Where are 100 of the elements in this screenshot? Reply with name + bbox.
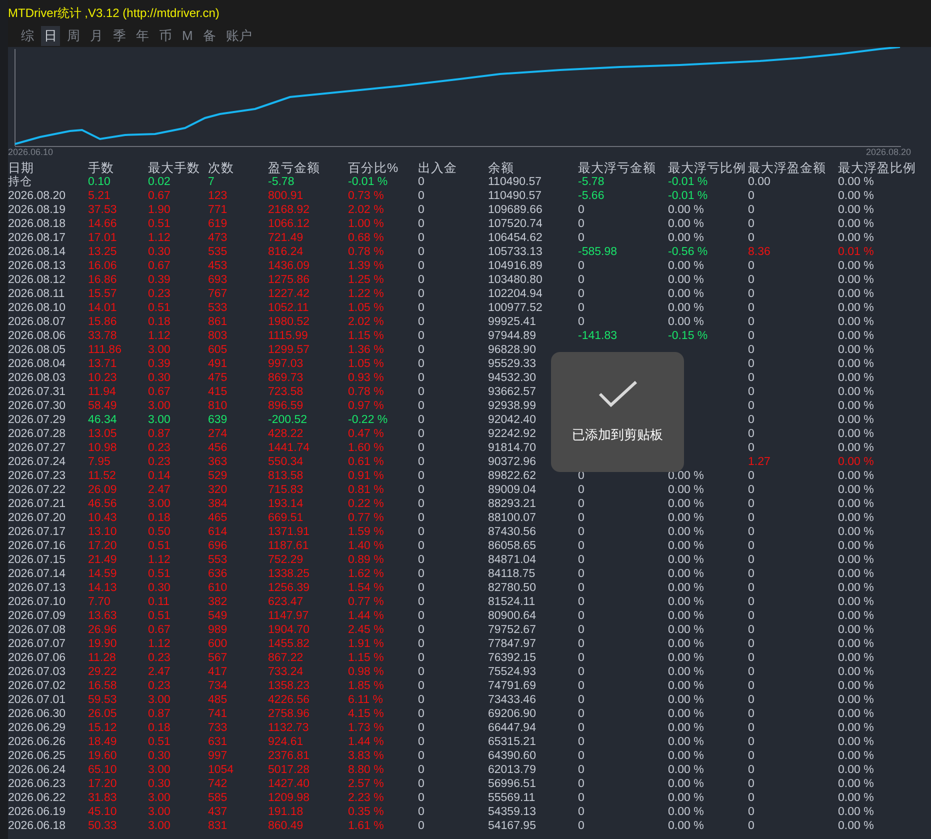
- table-cell-text: 0: [748, 217, 756, 231]
- table-cell-text: 13.05: [88, 427, 118, 441]
- date-cell-text: 2026.07.06: [8, 651, 67, 665]
- table-cell-text: 485: [208, 693, 228, 707]
- table-cell-text: 0.00 %: [668, 315, 705, 329]
- table-cell-text: 0.00 %: [838, 217, 875, 231]
- date-cell-text: 2026.08.13: [8, 259, 67, 273]
- column-header: 最大浮亏金额: [578, 161, 657, 175]
- table-cell-text: 0: [748, 679, 756, 693]
- table-cell-text: 0: [418, 259, 426, 273]
- table-cell-text: 0.00 %: [838, 259, 875, 273]
- table-cell-text: 0: [578, 805, 586, 819]
- table-cell-text: 0.00 %: [668, 721, 705, 735]
- table-cell-text: 0.61 %: [348, 455, 385, 469]
- table-cell-text: 997.03: [268, 357, 304, 371]
- table-cell-text: 0: [578, 511, 586, 525]
- column-header: 最大手数: [148, 161, 201, 175]
- table-cell-text: 0.00 %: [668, 763, 705, 777]
- table-cell-text: 0: [418, 385, 426, 399]
- table-cell-text: 0.22 %: [348, 497, 385, 511]
- table-cell-text: 13.71: [88, 357, 118, 371]
- table-cell-text: 1.15 %: [348, 329, 385, 343]
- table-cell-text: 610: [208, 581, 228, 595]
- date-cell-text: 2026.07.13: [8, 581, 67, 595]
- tab[interactable]: 日: [41, 26, 60, 46]
- table-cell-text: 0.00 %: [838, 749, 875, 763]
- table-cell-text: 1.05 %: [348, 301, 385, 315]
- table-cell-text: 1980.52: [268, 315, 311, 329]
- table-cell-text: 102204.94: [488, 287, 544, 301]
- table-cell-text: 1299.57: [268, 343, 311, 357]
- table-cell-text: 867.22: [268, 651, 304, 665]
- date-cell-text: 2026.08.20: [8, 189, 67, 203]
- table-cell-text: 0: [418, 203, 426, 217]
- tab[interactable]: M: [179, 27, 196, 44]
- table-cell-text: 384: [208, 497, 228, 511]
- table-cell-text: 0: [578, 217, 586, 231]
- table-cell-text: 0: [418, 749, 426, 763]
- table-cell-text: 1.44 %: [348, 609, 385, 623]
- table-cell-text: 56996.51: [488, 777, 537, 791]
- table-cell-text: 95529.33: [488, 357, 537, 371]
- tab[interactable]: 账户: [222, 26, 255, 46]
- table-cell-text: 26.09: [88, 483, 118, 497]
- table-cell-text: 1.12: [148, 637, 172, 651]
- table-cell-text: 0.73 %: [348, 189, 385, 203]
- table-cell-text: -0.01 %: [668, 175, 709, 189]
- table-cell-text: -200.52: [268, 413, 308, 427]
- table-cell-text: 0.81 %: [348, 483, 385, 497]
- table-cell-text: 62013.79: [488, 763, 537, 777]
- table-cell-text: 92938.99: [488, 399, 537, 413]
- table-cell-text: 65.10: [88, 763, 118, 777]
- table-cell-text: 0: [748, 581, 756, 595]
- table-cell-text: 2.45 %: [348, 623, 385, 637]
- table-cell-text: 0: [748, 539, 756, 553]
- table-cell-text: 1.12: [148, 231, 172, 245]
- tab[interactable]: 综: [18, 26, 37, 46]
- table-cell-text: -0.22 %: [348, 413, 389, 427]
- table-cell-text: 0.00 %: [668, 301, 705, 315]
- table-cell-text: -5.66: [578, 189, 606, 203]
- tab[interactable]: 月: [87, 26, 106, 46]
- table-cell-text: 0: [748, 413, 756, 427]
- tab[interactable]: 周: [64, 26, 83, 46]
- table-cell-text: 600: [208, 637, 228, 651]
- table-cell-text: 0.00 %: [838, 609, 875, 623]
- column-header: 最大浮盈比例: [838, 161, 917, 175]
- table-cell-text: 0: [578, 609, 586, 623]
- table-cell-text: 0.78 %: [348, 245, 385, 259]
- table-cell-text: 18.49: [88, 735, 118, 749]
- table-cell-text: 0: [748, 567, 756, 581]
- table-cell-text: 0: [748, 259, 756, 273]
- table-cell-text: 0.00 %: [668, 707, 705, 721]
- table-cell-text: 0.30: [148, 777, 172, 791]
- table-cell-text: 0: [578, 749, 586, 763]
- table-cell-text: 0: [418, 231, 426, 245]
- table-cell-text: 0.00 %: [838, 567, 875, 581]
- table-cell-text: 2.23 %: [348, 791, 385, 805]
- table-cell-text: 73433.46: [488, 693, 537, 707]
- table-cell-text: 733.24: [268, 665, 304, 679]
- table-cell-text: 2758.96: [268, 707, 311, 721]
- table-cell-text: 0: [418, 441, 426, 455]
- tab[interactable]: 币: [156, 26, 175, 46]
- table-cell-text: 1.90: [148, 203, 172, 217]
- table-cell-text: 0.02: [148, 175, 172, 189]
- column-header: 最大浮亏比例: [668, 161, 747, 175]
- table-cell-text: 0.51: [148, 609, 172, 623]
- table-cell-text: 0: [418, 693, 426, 707]
- table-cell-text: 88100.07: [488, 511, 537, 525]
- table-cell-text: 0: [748, 651, 756, 665]
- tab[interactable]: 备: [200, 26, 219, 46]
- date-cell-text: 2026.08.19: [8, 203, 67, 217]
- table-cell-text: 0.14: [148, 469, 172, 483]
- table-cell-text: 123: [208, 189, 228, 203]
- table-cell-text: 0.00 %: [668, 483, 705, 497]
- table-cell-text: 0.00 %: [668, 511, 705, 525]
- tab[interactable]: 季: [110, 26, 129, 46]
- table-cell-text: 3.00: [148, 805, 172, 819]
- tab[interactable]: 年: [133, 26, 152, 46]
- table-cell-text: 76392.15: [488, 651, 537, 665]
- table-cell-text: 0: [748, 665, 756, 679]
- table-cell-text: 0: [418, 469, 426, 483]
- table-cell-text: 0: [748, 287, 756, 301]
